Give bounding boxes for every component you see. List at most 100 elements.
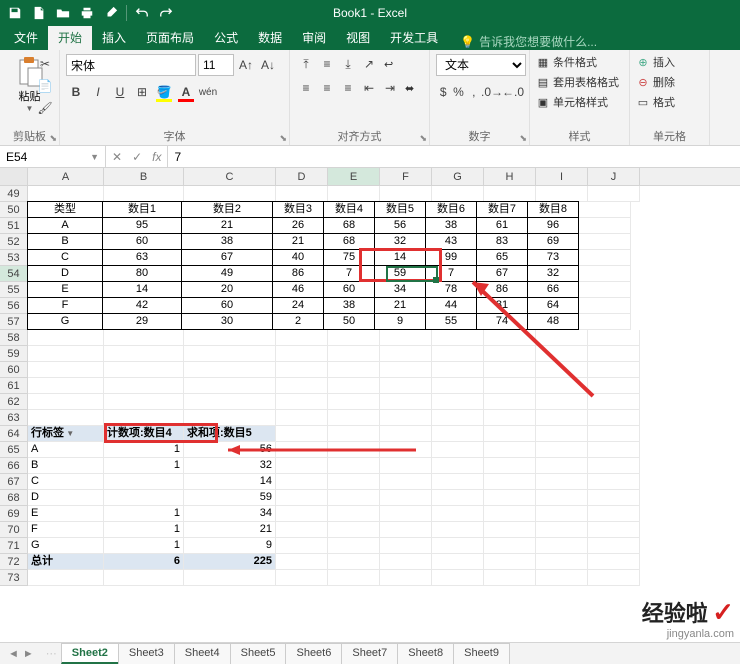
- format-cells-button[interactable]: ▭格式: [636, 92, 703, 112]
- cell[interactable]: [432, 442, 484, 458]
- row-header-72[interactable]: 72: [0, 554, 27, 570]
- cell[interactable]: [579, 218, 631, 234]
- cell[interactable]: [579, 250, 631, 266]
- cell[interactable]: 73: [527, 249, 579, 266]
- cell[interactable]: 1: [104, 442, 184, 458]
- brush-icon[interactable]: [100, 2, 122, 24]
- cell[interactable]: [579, 234, 631, 250]
- cell[interactable]: 99: [425, 249, 477, 266]
- cell[interactable]: [536, 442, 588, 458]
- cell[interactable]: [484, 330, 536, 346]
- cell[interactable]: [28, 362, 104, 378]
- cell[interactable]: [104, 410, 184, 426]
- row-header-59[interactable]: 59: [0, 346, 27, 362]
- cell[interactable]: 59: [184, 490, 276, 506]
- cell[interactable]: [184, 330, 276, 346]
- cell[interactable]: [328, 442, 380, 458]
- cell[interactable]: [536, 346, 588, 362]
- cell[interactable]: [184, 570, 276, 586]
- row-header-52[interactable]: 52: [0, 234, 27, 250]
- cell[interactable]: [588, 570, 640, 586]
- cell[interactable]: [28, 330, 104, 346]
- cell[interactable]: 60: [323, 281, 375, 298]
- row-header-66[interactable]: 66: [0, 458, 27, 474]
- cell[interactable]: [484, 410, 536, 426]
- cells-area[interactable]: 类型数目1数目2数目3数目4数目5数目6数目7数目8A9521266856386…: [28, 186, 740, 586]
- tab-layout[interactable]: 页面布局: [136, 25, 204, 50]
- cell[interactable]: 42: [102, 297, 182, 314]
- cell[interactable]: [536, 474, 588, 490]
- cell[interactable]: [276, 186, 328, 202]
- cell[interactable]: [380, 474, 432, 490]
- align-middle-icon[interactable]: ≡: [317, 54, 337, 74]
- row-header-70[interactable]: 70: [0, 522, 27, 538]
- tellme[interactable]: 💡 告诉我您想要做什么...: [448, 33, 597, 50]
- cell[interactable]: [588, 554, 640, 570]
- cell[interactable]: [104, 362, 184, 378]
- row-header-65[interactable]: 65: [0, 442, 27, 458]
- cell[interactable]: [328, 506, 380, 522]
- cell[interactable]: [276, 426, 328, 442]
- cell[interactable]: 49: [181, 265, 273, 282]
- cell[interactable]: [380, 442, 432, 458]
- print-icon[interactable]: [76, 2, 98, 24]
- cell[interactable]: [484, 426, 536, 442]
- font-color-button[interactable]: A: [176, 82, 196, 102]
- dialog-launcher-icon[interactable]: ⬊: [419, 133, 427, 144]
- row-header-64[interactable]: 64: [0, 426, 27, 442]
- cell[interactable]: [104, 474, 184, 490]
- col-header-J[interactable]: J: [588, 168, 640, 185]
- cell[interactable]: 32: [184, 458, 276, 474]
- cell[interactable]: [184, 186, 276, 202]
- decrease-font-icon[interactable]: A↓: [258, 55, 278, 75]
- cell[interactable]: 86: [476, 281, 528, 298]
- cell[interactable]: [484, 570, 536, 586]
- col-header-G[interactable]: G: [432, 168, 484, 185]
- cell[interactable]: 56: [184, 442, 276, 458]
- cell[interactable]: [328, 570, 380, 586]
- cell[interactable]: [484, 506, 536, 522]
- cell[interactable]: 83: [476, 233, 528, 250]
- redo-icon[interactable]: [155, 2, 177, 24]
- undo-icon[interactable]: [131, 2, 153, 24]
- cell[interactable]: [28, 570, 104, 586]
- cell[interactable]: 34: [184, 506, 276, 522]
- underline-button[interactable]: U: [110, 82, 130, 102]
- cell[interactable]: [536, 378, 588, 394]
- cell[interactable]: [328, 410, 380, 426]
- cell[interactable]: E: [27, 281, 103, 298]
- cell[interactable]: [579, 202, 631, 218]
- cell[interactable]: [380, 570, 432, 586]
- cell[interactable]: 95: [102, 217, 182, 234]
- row-header-56[interactable]: 56: [0, 298, 27, 314]
- save-icon[interactable]: [4, 2, 26, 24]
- cell[interactable]: 65: [476, 249, 528, 266]
- cell[interactable]: [536, 186, 588, 202]
- cell[interactable]: [484, 490, 536, 506]
- cell[interactable]: [276, 346, 328, 362]
- col-header-F[interactable]: F: [380, 168, 432, 185]
- format-as-table-button[interactable]: ▤套用表格格式: [536, 72, 623, 92]
- sheet-tab-Sheet2[interactable]: Sheet2: [61, 643, 119, 664]
- cell[interactable]: [276, 570, 328, 586]
- cell[interactable]: [28, 346, 104, 362]
- cell[interactable]: [380, 330, 432, 346]
- cell[interactable]: C: [28, 474, 104, 490]
- tab-view[interactable]: 视图: [336, 25, 380, 50]
- formula-input[interactable]: [168, 146, 740, 167]
- cell[interactable]: 44: [425, 297, 477, 314]
- cell[interactable]: G: [27, 313, 103, 330]
- format-painter-icon[interactable]: 🖌: [35, 98, 55, 118]
- cell[interactable]: 14: [374, 249, 426, 266]
- cell[interactable]: 50: [323, 313, 375, 330]
- cell[interactable]: [432, 362, 484, 378]
- cell[interactable]: [588, 394, 640, 410]
- tab-file[interactable]: 文件: [4, 25, 48, 50]
- cell[interactable]: [276, 394, 328, 410]
- row-header-63[interactable]: 63: [0, 410, 27, 426]
- cell[interactable]: [484, 394, 536, 410]
- cell[interactable]: [184, 394, 276, 410]
- cell[interactable]: 1: [104, 522, 184, 538]
- cell[interactable]: [432, 394, 484, 410]
- cell[interactable]: [432, 522, 484, 538]
